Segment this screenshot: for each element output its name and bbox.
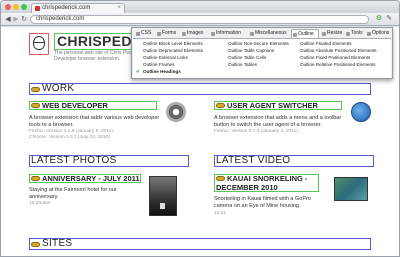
section-title-work: WORK: [42, 83, 75, 94]
tab-options[interactable]: Options: [366, 29, 389, 38]
miscellaneous-icon: [250, 32, 254, 36]
forward-button[interactable]: ▶: [12, 15, 20, 24]
tab-information[interactable]: Information: [210, 29, 241, 38]
site-logo[interactable]: [29, 33, 49, 55]
images-icon: [182, 32, 186, 36]
work-item-description: A browser extension that adds various we…: [29, 115, 160, 128]
menu-item-outline-headings[interactable]: Outline Headings: [143, 69, 181, 75]
title-bar: chrispederick.com ×: [1, 1, 399, 13]
globe-icon[interactable]: [351, 102, 371, 122]
menu-item-outline-table-cells[interactable]: Outline Table Cells: [228, 55, 266, 61]
outline-icon: [293, 33, 297, 37]
menu-item-outline-absolute[interactable]: Outline Absolute Positioned Elements: [300, 48, 377, 54]
video-thumbnail[interactable]: [334, 177, 368, 201]
section-title-sites: SITES: [42, 238, 73, 249]
video-title[interactable]: KAUAI SNORKELING -: [227, 174, 307, 183]
wrench-menu-icon[interactable]: ✎: [385, 15, 393, 23]
photo-album-meta: 18 photos: [29, 201, 51, 206]
tab-resize[interactable]: Resize: [321, 29, 342, 38]
close-window-button[interactable]: [5, 4, 11, 10]
minimize-window-button[interactable]: [13, 4, 19, 10]
reload-button[interactable]: ↻: [20, 15, 28, 24]
checkmark-icon: ✔: [136, 69, 141, 75]
section-badge-icon: [31, 242, 40, 247]
back-button[interactable]: ◀: [4, 15, 12, 24]
menu-item-outline-relative[interactable]: Outline Relative Positioned Elements: [300, 62, 376, 68]
browser-window: chrispederick.com × ◀ ▶ ↻ chrispederick.…: [0, 0, 400, 257]
menu-item-outline-deprecated[interactable]: Outline Deprecated Elements: [143, 48, 203, 54]
photo-album-title[interactable]: ANNIVERSARY - JULY 2011: [42, 174, 140, 183]
gear-icon[interactable]: [166, 102, 186, 122]
zoom-window-button[interactable]: [21, 4, 27, 10]
item-badge-icon: [216, 103, 225, 108]
work-item-title[interactable]: USER AGENT SWITCHER: [227, 101, 318, 110]
page-viewport: CHRISPEDER The personal web site of Chri…: [1, 27, 399, 256]
browser-toolbar: ◀ ▶ ↻ chrispederick.com ⚙ ✎: [1, 13, 399, 26]
menu-item-outline-table-captions[interactable]: Outline Table Captions: [228, 48, 274, 54]
item-badge-icon: [216, 176, 225, 181]
work-item-meta: Firefox: Version 0.7.3 (January 4, 2011): [214, 129, 298, 134]
section-title-latest-video: LATEST VIDEO: [216, 155, 291, 166]
photo-album-description: Staying at the Fairmont hotel for our an…: [29, 187, 117, 200]
tab-close-icon[interactable]: ×: [117, 5, 121, 11]
css-icon: [136, 32, 140, 36]
section-badge-icon: [31, 87, 40, 92]
web-developer-extension-icon[interactable]: ⚙: [375, 15, 383, 23]
web-developer-menu: CSS Forms Images Information Miscellaneo…: [131, 27, 393, 79]
resize-icon: [322, 32, 326, 36]
browser-tab[interactable]: chrispederick.com ×: [31, 3, 125, 13]
options-icon: [367, 32, 371, 36]
tab-forms[interactable]: Forms: [156, 29, 176, 38]
video-title-line-2[interactable]: DECEMBER 2010: [216, 183, 278, 192]
work-item-description: A browser extension that adds a menu and…: [214, 115, 342, 128]
menu-item-outline-floated[interactable]: Outline Floated Elements: [300, 41, 352, 47]
menu-item-outline-external-links[interactable]: Outline External Links: [143, 55, 188, 61]
item-badge-icon: [31, 103, 40, 108]
work-section-outline: [29, 83, 371, 95]
information-icon: [211, 32, 215, 36]
sites-section-outline: [29, 238, 371, 250]
menu-item-outline-frames[interactable]: Outline Frames: [143, 62, 174, 68]
section-title-latest-photos: LATEST PHOTOS: [31, 155, 117, 166]
work-item-title[interactable]: WEB DEVELOPER: [42, 101, 108, 110]
tools-icon: [346, 32, 350, 36]
address-bar[interactable]: chrispederick.com: [30, 15, 369, 24]
menu-item-outline-non-secure[interactable]: Outline Non-Secure Elements: [228, 41, 289, 47]
menu-item-outline-tables[interactable]: Outline Tables: [228, 62, 257, 68]
web-developer-tabs: CSS Forms Images Information Miscellaneo…: [133, 29, 391, 38]
favicon-icon: [35, 6, 40, 11]
glasses-icon: [34, 42, 45, 45]
tab-title: chrispederick.com: [42, 5, 91, 11]
tab-outline[interactable]: Outline: [291, 29, 319, 38]
forms-icon: [157, 32, 161, 36]
photo-thumbnail[interactable]: [149, 176, 177, 216]
video-duration: 15:31: [214, 211, 227, 216]
video-description: Snorkeling in Kauai filmed with a GoPro …: [214, 196, 311, 209]
tab-images[interactable]: Images: [181, 29, 203, 38]
menu-item-outline-block-level[interactable]: Outline Block Level Elements: [143, 41, 203, 47]
tab-miscellaneous[interactable]: Miscellaneous: [249, 29, 287, 38]
tab-css[interactable]: CSS: [135, 29, 151, 38]
menu-item-outline-fixed[interactable]: Outline Fixed Positioned Elements: [300, 55, 370, 61]
work-item-meta: Chrome: Version 0.3.1 (July 24, 2010): [29, 135, 110, 140]
outline-panel: Outline Block Level Elements Outline Dep…: [133, 38, 391, 78]
tab-tools[interactable]: Tools: [345, 29, 363, 38]
item-badge-icon: [31, 176, 40, 181]
